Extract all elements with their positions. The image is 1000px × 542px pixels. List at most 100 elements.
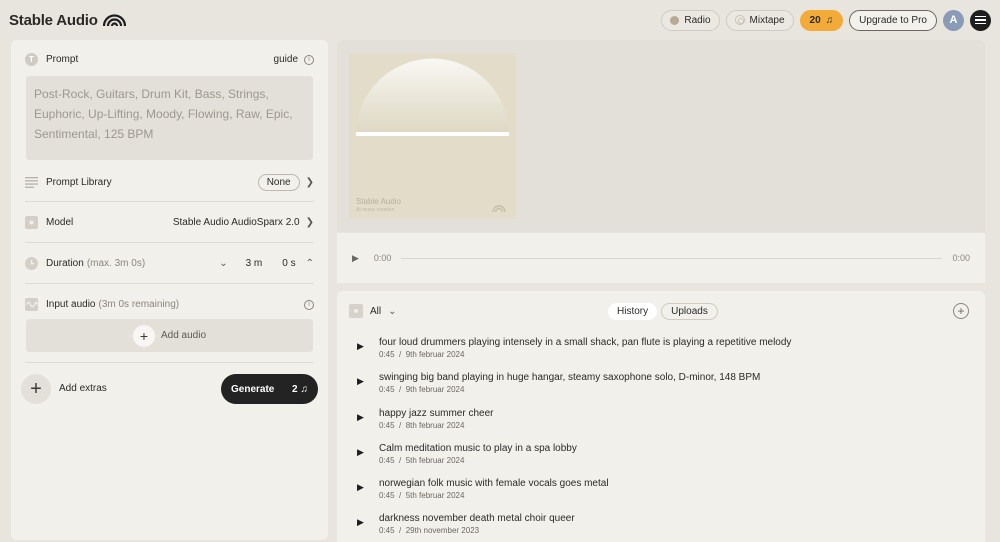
track-title: Calm meditation music to play in a spa l… [379, 442, 577, 454]
artwork-panel: Stable Audio AI music creation [337, 40, 985, 232]
chevron-right-icon: ❯ [305, 177, 314, 188]
list-item[interactable]: ▶ happy jazz summer cheer 0:45 / 8th feb… [357, 407, 957, 442]
input-audio-hint: (3m 0s remaining) [98, 299, 180, 310]
generate-label: Generate [231, 383, 275, 395]
list-item[interactable]: ▶ norwegian folk music with female vocal… [357, 477, 957, 512]
prompt-input[interactable]: Post-Rock, Guitars, Drum Kit, Bass, Stri… [26, 76, 313, 160]
track-title: four loud drummers playing intensely in … [379, 337, 792, 348]
track-title: swinging big band playing in huge hangar… [379, 372, 761, 384]
clock-icon [25, 257, 38, 270]
list-item[interactable]: ▶ Calm meditation music to play in a spa… [357, 442, 957, 477]
chevron-up-icon[interactable]: ⌃ [306, 258, 314, 269]
mixtape-label: Mixtape [749, 14, 785, 26]
list-item[interactable]: ▶ darkness november death metal choir qu… [357, 512, 957, 542]
prompt-library-row[interactable]: Prompt Library None ❯ [25, 174, 314, 191]
filter-icon [349, 304, 363, 318]
play-icon[interactable]: ▶ [357, 442, 379, 458]
divider [25, 201, 314, 202]
track-meta: 0:45 / 5th februar 2024 [379, 455, 465, 465]
duration-row: Duration (max. 3m 0s) ⌄ 3 m 0 s ⌃ [25, 257, 314, 270]
rainbow-logo-icon [102, 13, 126, 26]
play-icon[interactable]: ▶ [352, 253, 359, 264]
cover-title: Stable Audio [356, 197, 401, 206]
play-icon[interactable]: ▶ [357, 407, 379, 423]
mixtape-button[interactable]: Mixtape [725, 9, 794, 31]
play-icon[interactable]: ▶ [357, 336, 379, 352]
cover-art: Stable Audio AI music creation [349, 53, 516, 219]
divider [25, 242, 314, 243]
play-icon[interactable]: ▶ [357, 512, 379, 528]
music-note-icon: ♫ [825, 14, 834, 26]
model-label: Model [46, 217, 74, 228]
input-audio-row: Input audio (3m 0s remaining) i [25, 298, 314, 311]
list-item[interactable]: ▶ four loud drummers playing intensely i… [357, 336, 957, 371]
divider [25, 283, 314, 284]
track-meta: 0:45 / 5th februar 2024 [379, 491, 465, 501]
track-title: happy jazz summer cheer [379, 407, 494, 419]
track-title: norwegian folk music with female vocals … [379, 478, 609, 490]
chevron-right-icon: ❯ [305, 217, 314, 228]
list-item[interactable]: ▶ swinging big band playing in huge hang… [357, 371, 957, 406]
generation-panel: T Prompt guide i Post-Rock, Guitars, Dru… [11, 40, 328, 540]
filter-dropdown[interactable]: All ⌄ [349, 304, 397, 318]
track-title: darkness november death metal choir quee… [379, 513, 575, 525]
prompt-label: Prompt [46, 54, 79, 65]
sun-arch-graphic [356, 58, 509, 213]
prompt-library-value[interactable]: None [257, 174, 300, 191]
library-tabs: History Uploads [608, 303, 718, 320]
seek-bar[interactable] [401, 257, 943, 259]
info-icon[interactable]: i [304, 299, 314, 310]
model-value: Stable Audio AudioSparx 2.0 [172, 217, 300, 228]
play-icon[interactable]: ▶ [357, 477, 379, 493]
brand-name: Stable Audio [9, 11, 98, 29]
add-circle-icon[interactable]: + [953, 303, 969, 319]
play-icon[interactable]: ▶ [357, 371, 379, 387]
waveform-icon [25, 298, 38, 311]
text-icon: T [25, 53, 38, 66]
add-audio-label: Add audio [160, 330, 207, 341]
library-panel: All ⌄ History Uploads + ▶ four loud drum… [337, 291, 985, 542]
model-icon [25, 216, 38, 229]
audio-player: ▶ 0:00 0:00 [337, 233, 985, 283]
upgrade-label: Upgrade to Pro [859, 14, 927, 26]
input-audio-label: Input audio [46, 299, 96, 310]
credits-badge[interactable]: 20 ♫ [799, 9, 844, 31]
track-meta: 0:45 / 8th februar 2024 [379, 420, 465, 430]
track-meta: 0:45 / 9th februar 2024 [379, 385, 465, 395]
duration-label: Duration [46, 258, 84, 269]
hamburger-menu-icon[interactable] [970, 9, 991, 31]
upgrade-button[interactable]: Upgrade to Pro [849, 9, 937, 31]
total-time: 0:00 [952, 253, 970, 263]
add-audio-button[interactable]: + Add audio [26, 319, 313, 352]
avatar[interactable]: A [943, 9, 964, 31]
guide-link[interactable]: guide [274, 54, 298, 65]
chevron-down-icon[interactable]: ⌄ [219, 258, 227, 269]
filter-label: All [370, 305, 382, 317]
tab-history[interactable]: History [608, 303, 658, 320]
generate-button[interactable]: Generate 2 ♫ [221, 374, 318, 404]
model-row[interactable]: Model Stable Audio AudioSparx 2.0 ❯ [25, 216, 314, 229]
divider [25, 362, 314, 363]
top-bar: Stable Audio Radio Mixtape 20 ♫ Upgrade … [0, 0, 1000, 40]
radio-icon [670, 15, 680, 25]
duration-minutes[interactable]: 3 m [246, 258, 263, 269]
plus-icon: + [132, 324, 155, 347]
add-extras-button[interactable]: + [21, 374, 51, 404]
prompt-library-label: Prompt Library [46, 177, 112, 188]
brand-logo[interactable]: Stable Audio [9, 12, 126, 29]
tab-uploads[interactable]: Uploads [661, 303, 718, 320]
track-meta: 0:45 / 9th februar 2024 [379, 350, 465, 359]
track-list: ▶ four loud drummers playing intensely i… [357, 336, 957, 542]
current-time: 0:00 [373, 253, 392, 263]
duration-seconds[interactable]: 0 s [282, 258, 295, 269]
track-meta: 0:45 / 29th november 2023 [379, 526, 480, 536]
generate-cost: 2 [291, 383, 298, 395]
credits-count: 20 [809, 14, 821, 26]
mixtape-icon [734, 15, 745, 25]
add-extras-label[interactable]: Add extras [59, 383, 107, 394]
duration-hint: (max. 3m 0s) [86, 258, 146, 269]
radio-button[interactable]: Radio [661, 9, 720, 31]
radio-label: Radio [684, 14, 711, 26]
cover-subtitle: AI music creation [356, 207, 395, 213]
info-icon[interactable]: i [304, 54, 314, 65]
